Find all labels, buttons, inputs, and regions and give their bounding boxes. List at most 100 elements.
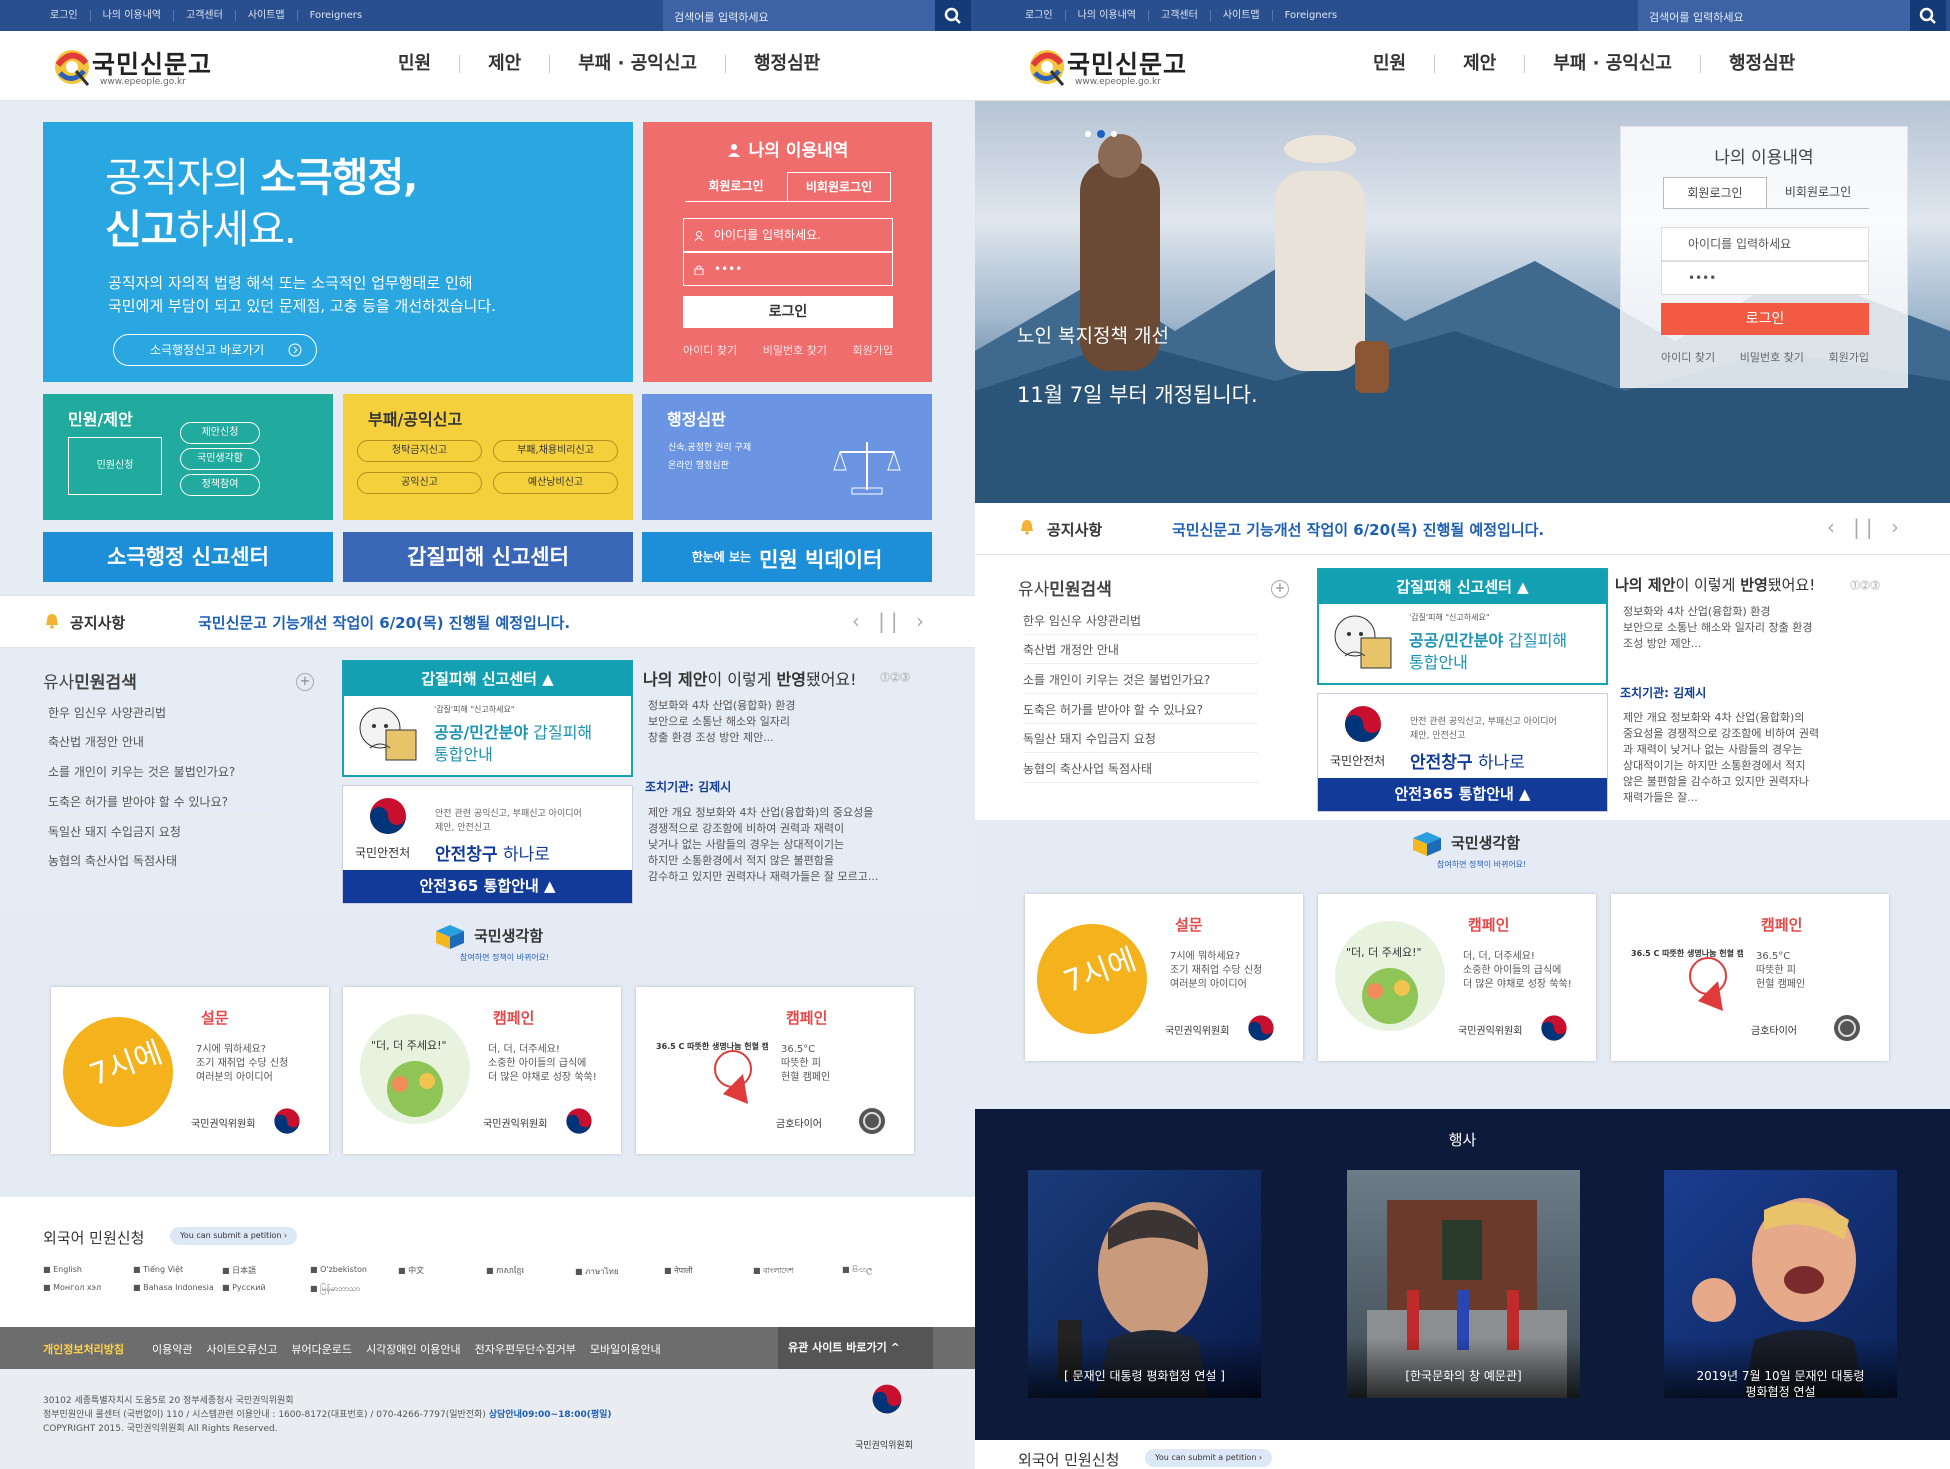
idea-box-logo[interactable]: 국민생각함 참여하면 정책이 바뀌어요!	[430, 925, 560, 965]
top-link-login[interactable]: 로그인	[1013, 10, 1066, 21]
event-card[interactable]: [한국문화의 창 예문관]	[1347, 1170, 1580, 1398]
nav-corruption[interactable]: 부패 · 공익신고	[1525, 55, 1701, 73]
lang-vietnamese[interactable]: ■ Tiếng Việt	[133, 1265, 183, 1274]
idea-card[interactable]: 7시에 뭐하세요? 설문 7시에 뭐하세요? 조기 재취업 수당 신청 여러분의 아…	[1025, 894, 1303, 1061]
idea-box-logo[interactable]: 국민생각함 참여하면 정책이 바뀌어요!	[1407, 832, 1537, 872]
tile-admin-trial[interactable]: 행정심판 신속,공정한 권리 구제 온라인 행정심판	[642, 394, 932, 520]
lang-nepali[interactable]: ■ नेपाली	[664, 1265, 693, 1276]
top-link-login[interactable]: 로그인	[38, 10, 91, 21]
lang-bengali[interactable]: ■ বাংলাদেশ	[753, 1265, 794, 1278]
lang-thai[interactable]: ■ ภาษาไทย	[575, 1265, 619, 1278]
lang-chinese[interactable]: ■ 中文	[398, 1265, 424, 1276]
civil-apply-button[interactable]: 민원신청	[68, 437, 162, 495]
top-link-customer[interactable]: 고객센터	[1149, 10, 1211, 21]
notice-controls[interactable]: ‹ || ›	[852, 609, 930, 633]
tab-member-login[interactable]: 회원로그인	[1663, 177, 1767, 208]
nav-trial[interactable]: 행정심판	[1701, 55, 1823, 73]
lang-burmese[interactable]: ■ မြန်မာဘာသာ	[310, 1283, 360, 1295]
similar-item[interactable]: 도축은 허가를 받아야 할 수 있나요?	[48, 793, 283, 816]
passive-admin-report-center-button[interactable]: 소극행정 신고센터	[43, 532, 333, 582]
notice-controls[interactable]: ‹ || ›	[1827, 515, 1905, 539]
search-button[interactable]	[935, 0, 971, 31]
top-link-foreigners[interactable]: Foreigners	[1273, 10, 1350, 21]
slide-dot-active[interactable]	[1097, 130, 1105, 138]
top-link-history[interactable]: 나의 이용내역	[1066, 10, 1149, 21]
find-id-link[interactable]: 아이디 찾기	[1661, 349, 1715, 365]
reflect-summary[interactable]: 정보화와 4차 산업(융합화) 환경 보안으로 소통난 해소와 일자리 창출 환경 …	[648, 698, 796, 746]
password-field[interactable]: ••••	[1661, 261, 1869, 295]
policy-participation-button[interactable]: 정책참여	[180, 474, 260, 496]
idea-box-button[interactable]: 국민생각함	[180, 448, 260, 470]
password-field[interactable]: ••••	[683, 252, 893, 286]
lang-english[interactable]: ■ English	[43, 1265, 82, 1274]
idea-card[interactable]: 7시에 뭐하세요? 설문 7시에 뭐하세요? 조기 재취업 수당 신청 여러분의 아…	[51, 987, 329, 1154]
login-button[interactable]: 로그인	[683, 296, 893, 328]
slide-dot[interactable]	[1111, 131, 1117, 137]
safety-info-box[interactable]: 국민안전처 안전 관련 공익신고, 부패신고 아이디어 제안, 안전신고 안전창…	[1317, 693, 1608, 812]
plus-icon[interactable]: +	[296, 673, 314, 691]
hero-cta-button[interactable]: 소극행정신고 바로가기	[113, 334, 317, 366]
reflect-pager[interactable]: ⓵⓶⓷	[1850, 577, 1880, 592]
hero-banner[interactable]: 공직자의 소극행정, 신고하세요. 공직자의 자의적 법령 해석 또는 소극적인 …	[43, 122, 633, 382]
find-password-link[interactable]: 비밀번호 찾기	[763, 342, 827, 358]
top-link-foreigners[interactable]: Foreigners	[298, 10, 375, 21]
site-logo[interactable]: 국민신문고 www.epeople.go.kr	[50, 43, 220, 91]
similar-item[interactable]: 독일산 돼지 수입금지 요청	[1023, 730, 1258, 753]
event-card[interactable]: [ 문재인 대통령 평화협정 연설 ]	[1028, 1170, 1261, 1398]
nav-proposal[interactable]: 제안	[1435, 55, 1526, 73]
graft-report-button[interactable]: 청탁금지신고	[357, 440, 482, 462]
footer-link[interactable]: 뷰어다운로드	[291, 1341, 352, 1357]
nav-trial[interactable]: 행정심판	[726, 55, 848, 73]
join-link[interactable]: 회원가입	[853, 342, 893, 358]
privacy-policy-link[interactable]: 개인정보처리방침	[43, 1341, 124, 1357]
nav-proposal[interactable]: 제안	[460, 55, 551, 73]
footer-link[interactable]: 이용약관	[152, 1341, 192, 1357]
reflect-summary[interactable]: 정보화와 4차 산업(융합화) 환경 보안으로 소통난 해소와 일자리 창출 환경…	[1623, 604, 1813, 652]
top-link-sitemap[interactable]: 사이트맵	[1211, 10, 1273, 21]
lang-japanese[interactable]: ■ 日本語	[222, 1265, 256, 1276]
reflect-pager[interactable]: ⓵⓶⓷	[880, 669, 910, 684]
similar-item[interactable]: 축산법 개정안 안내	[1023, 641, 1258, 664]
family-site-dropdown[interactable]: 유관 사이트 바로가기 ^	[778, 1327, 933, 1369]
foreign-badge[interactable]: You can submit a petition ›	[1145, 1449, 1273, 1467]
footer-link[interactable]: 시각장애인 이용안내	[366, 1341, 461, 1357]
similar-item[interactable]: 소를 개인이 키우는 것은 불법인가요?	[48, 763, 283, 786]
id-field[interactable]: 아이디를 입력하세요.	[683, 218, 893, 252]
lang-sinhala[interactable]: ■ සිංහල	[842, 1265, 872, 1275]
top-link-history[interactable]: 나의 이용내역	[91, 10, 174, 21]
public-interest-report-button[interactable]: 공익신고	[357, 472, 482, 494]
nav-corruption[interactable]: 부패 · 공익신고	[550, 55, 726, 73]
idea-card[interactable]: "더, 더 주세요!" 캠페인 더, 더, 더주세요! 소중한 아이들의 급식에 더…	[343, 987, 621, 1154]
tab-nonmember-login[interactable]: 비회원로그인	[1767, 177, 1869, 208]
footer-link[interactable]: 전자우편무단수집거부	[475, 1341, 576, 1357]
plus-icon[interactable]: +	[1271, 580, 1289, 598]
idea-card[interactable]: 36.5 C 따뜻한 생명나눔 헌혈 캠페인 캠페인 36.5°C따뜻한 피헌혈…	[1611, 894, 1889, 1061]
similar-item[interactable]: 축산법 개정안 안내	[48, 733, 283, 756]
top-link-sitemap[interactable]: 사이트맵	[236, 10, 298, 21]
top-link-customer[interactable]: 고객센터	[174, 10, 236, 21]
notice-text[interactable]: 국민신문고 기능개선 작업이 6/20(목) 진행될 예정입니다.	[198, 612, 570, 633]
search-input[interactable]: 검색어를 입력하세요	[1638, 0, 1946, 31]
tab-nonmember-login[interactable]: 비회원로그인	[787, 172, 891, 201]
join-link[interactable]: 회원가입	[1829, 349, 1869, 365]
similar-item[interactable]: 독일산 돼지 수입금지 요청	[48, 823, 283, 846]
safety-365-button[interactable]: 안전365 통합안내 ▲	[343, 870, 632, 903]
site-logo[interactable]: 국민신문고 www.epeople.go.kr	[1025, 43, 1195, 91]
similar-item[interactable]: 한우 임신우 사양관리법	[1023, 612, 1258, 635]
idea-card[interactable]: 36.5 C 따뜻한 생명나눔 헌혈 캠페인 캠페인 36.5°C따뜻한 피헌혈…	[636, 987, 914, 1154]
footer-link[interactable]: 모바일이용안내	[590, 1341, 661, 1357]
lang-indonesian[interactable]: ■ Bahasa Indonesia	[133, 1283, 214, 1292]
nav-civil[interactable]: 민원	[370, 55, 461, 73]
slide-dot[interactable]	[1085, 131, 1091, 137]
lang-russian[interactable]: ■ Русский	[222, 1283, 266, 1292]
lang-khmer[interactable]: ■ ភាសាខ្មែរ	[486, 1265, 524, 1277]
lang-mongolian[interactable]: ■ Монгол хэл	[43, 1283, 101, 1292]
find-id-link[interactable]: 아이디 찾기	[683, 342, 737, 358]
search-button[interactable]	[1910, 0, 1946, 31]
id-field[interactable]: 아이디를 입력하세요	[1661, 227, 1869, 261]
tab-member-login[interactable]: 회원로그인	[685, 172, 787, 201]
notice-text[interactable]: 국민신문고 기능개선 작업이 6/20(목) 진행될 예정입니다.	[1172, 519, 1544, 540]
lang-uzbek[interactable]: ■ O'zbekiston	[310, 1265, 367, 1274]
similar-item[interactable]: 농협의 축산사업 독점사태	[48, 852, 283, 875]
gapjil-info-box[interactable]: 갑질피해 신고센터 ▲ '갑질'피해 "신고하세요" 공공/민간분야 갑질피해 통…	[342, 660, 633, 777]
